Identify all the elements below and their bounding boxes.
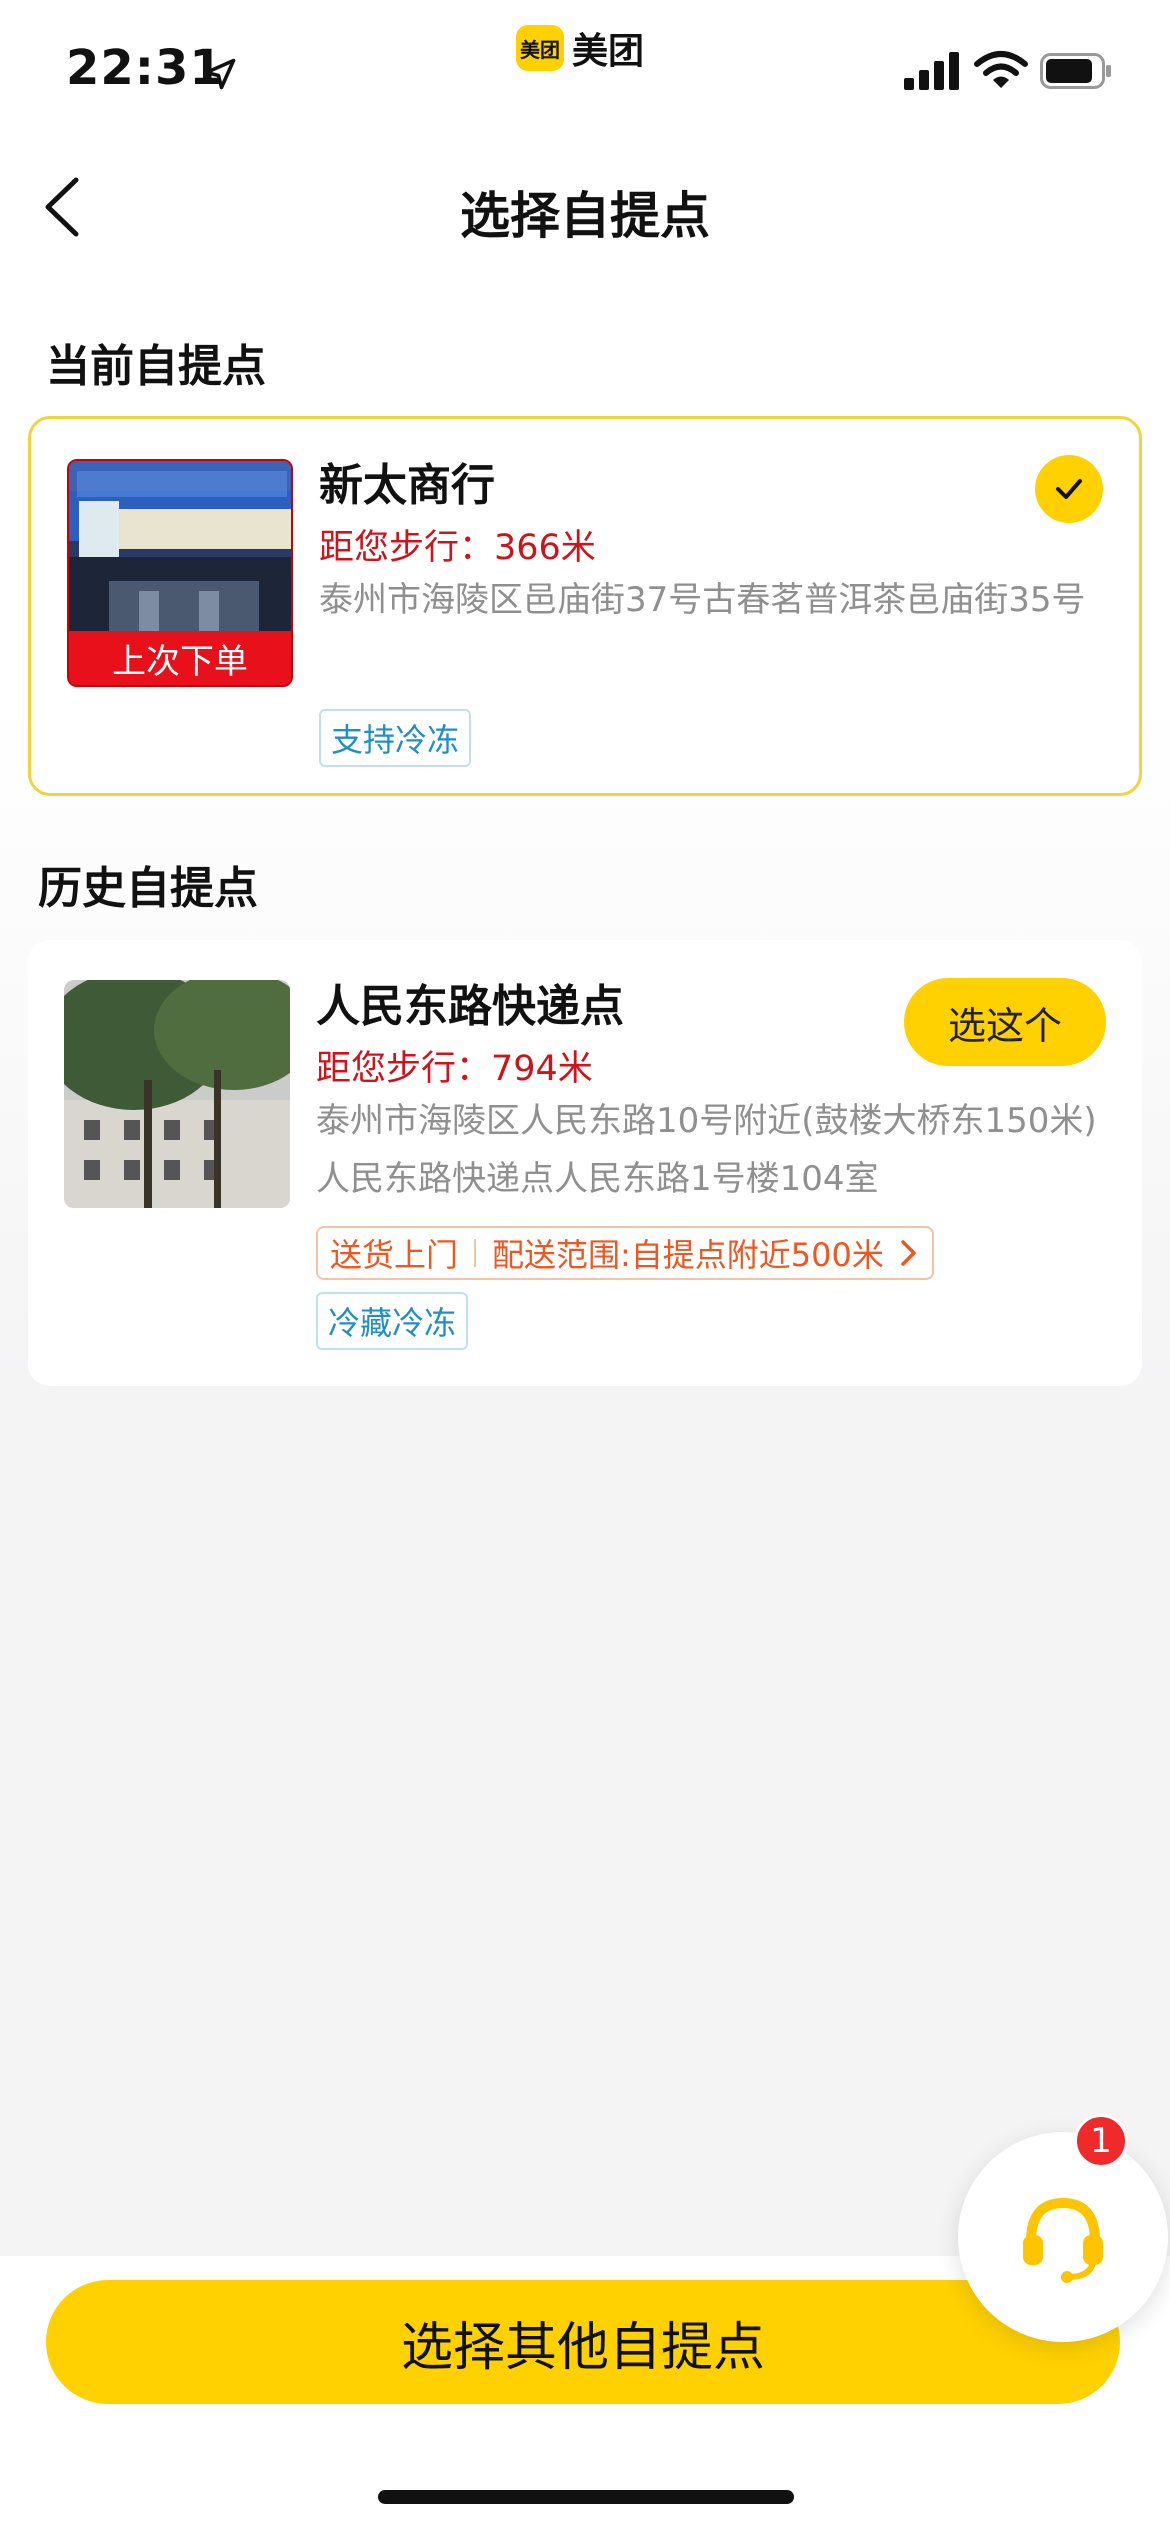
store-name: 新太商行 [319,460,495,511]
meituan-logo-icon: 美团 [516,25,564,71]
delivery-range-info[interactable]: 送货上门 配送范围:自提点附近500米 [316,1226,934,1280]
cellular-signal-icon [904,52,959,90]
building-image [64,980,290,1208]
separator [474,1239,477,1267]
walking-distance: 距您步行：366米 [319,528,596,568]
current-section-title: 当前自提点 [46,341,266,392]
store-photo [64,980,290,1208]
store-address: 泰州市海陵区人民东路10号附近(鼓楼大桥东150米)人民东路快递点人民东路1号楼… [316,1101,1097,1199]
delivery-range-label: 配送范围:自提点附近500米 [492,1236,884,1274]
location-arrow-icon [204,58,236,90]
history-section-title: 历史自提点 [38,863,258,914]
selected-check-icon [1035,455,1103,523]
home-delivery-label: 送货上门 [330,1236,459,1274]
page-title: 选择自提点 [460,187,710,245]
choose-other-pickup-button[interactable]: 选择其他自提点 [46,2280,1120,2404]
chevron-right-icon [901,1240,916,1266]
store-name: 人民东路快递点 [316,981,624,1032]
headset-icon [1023,2197,1103,2283]
select-this-button[interactable]: 选这个 [904,978,1106,1066]
history-pickup-card[interactable]: 人民东路快递点 距您步行：794米 泰州市海陵区人民东路10号附近(鼓楼大桥东1… [28,940,1142,1386]
store-photo: 上次下单 [67,459,293,687]
store-address: 泰州市海陵区邑庙街37号古春茗普洱茶邑庙街35号 [319,580,1086,620]
wifi-icon [974,51,1028,88]
walking-distance: 距您步行：794米 [316,1049,593,1089]
customer-service-button[interactable] [958,2132,1168,2342]
status-time: 22:31 [66,40,224,96]
current-pickup-card[interactable]: 上次下单 新太商行 距您步行：366米 泰州市海陵区邑庙街37号古春茗普洱茶邑庙… [28,416,1142,796]
battery-icon [1040,53,1111,89]
freeze-support-tag: 支持冷冻 [319,709,472,767]
home-indicator [378,2490,794,2504]
last-order-badge: 上次下单 [69,631,291,685]
brand-name: 美团 [572,31,645,72]
cold-storage-tag: 冷藏冷冻 [316,1292,469,1350]
notification-badge: 1 [1074,2114,1128,2168]
status-bar: 22:31 美团 美团 [0,0,1170,140]
meituan-brand: 美团 美团 [516,22,644,74]
